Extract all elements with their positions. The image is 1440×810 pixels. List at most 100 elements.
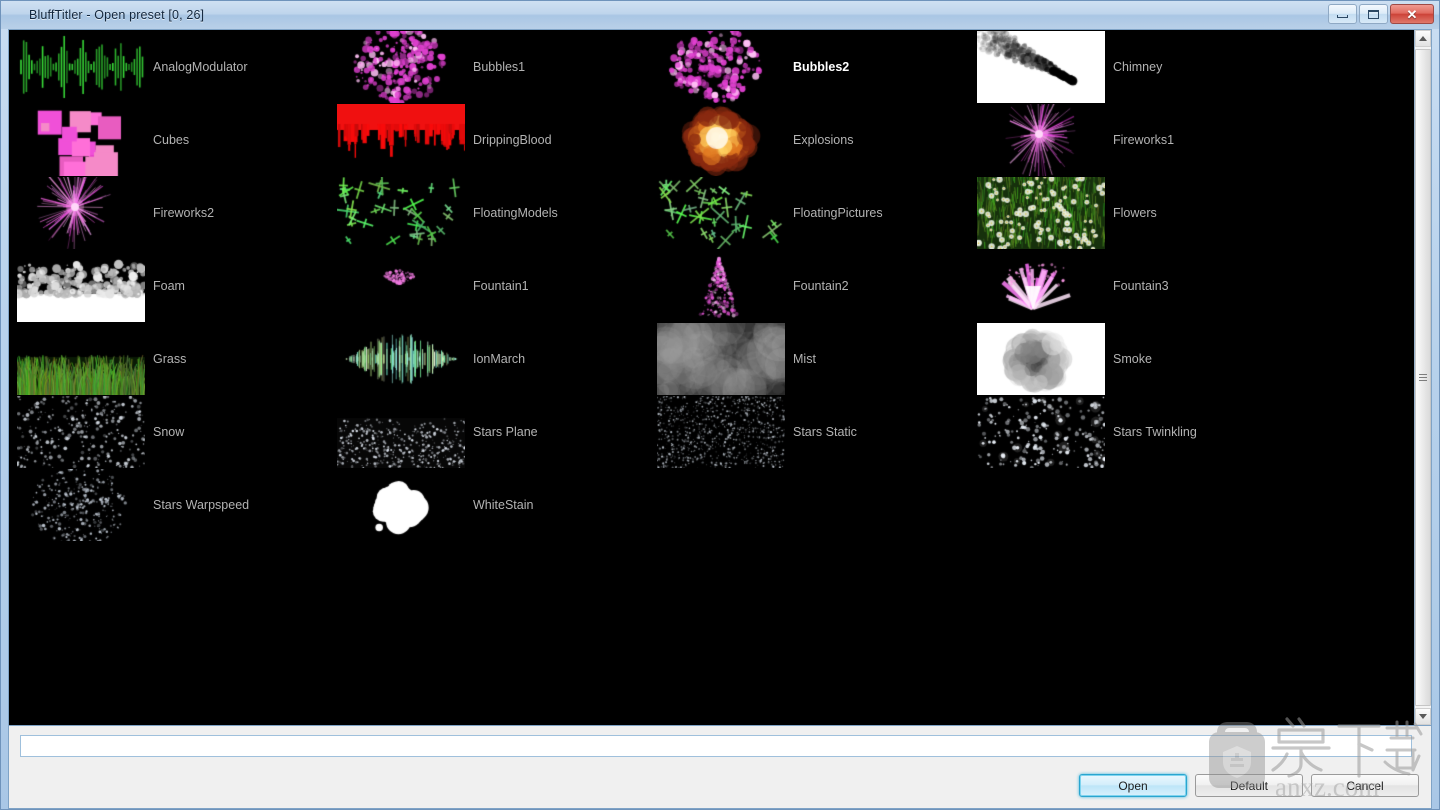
preset-label: DrippingBlood (473, 132, 552, 147)
preset-thumbnail (977, 30, 1105, 103)
preset-item[interactable]: FloatingModels (329, 176, 649, 249)
preset-thumbnail (977, 176, 1105, 249)
preset-label: Explosions (793, 132, 854, 147)
preset-label: Bubbles2 (793, 59, 850, 74)
preset-thumbnail (977, 322, 1105, 395)
vertical-scrollbar[interactable] (1414, 30, 1431, 725)
preset-label: Foam (153, 278, 185, 293)
preset-item[interactable]: Cubes (9, 103, 329, 176)
dialog-body: AnalogModulator Cubes Fireworks2 Foam Grass S… (8, 29, 1432, 809)
preset-label: Stars Warpspeed (153, 497, 250, 512)
preset-item[interactable]: Fountain3 (969, 249, 1289, 322)
preset-item[interactable]: Mist (649, 322, 969, 395)
dialog-button-bar: Open Default Cancel (1079, 774, 1419, 797)
preset-grid[interactable]: AnalogModulator Cubes Fireworks2 Foam Grass S… (9, 30, 1414, 725)
preset-thumbnail (17, 249, 145, 322)
preset-item[interactable]: Bubbles1 (329, 30, 649, 103)
preset-item[interactable]: DrippingBlood (329, 103, 649, 176)
preset-label: IonMarch (473, 351, 526, 366)
preset-label: Flowers (1113, 205, 1157, 220)
close-button[interactable]: ✕ (1390, 4, 1434, 24)
chevron-down-icon (1419, 714, 1427, 719)
preset-item[interactable]: Foam (9, 249, 329, 322)
preset-label: FloatingModels (473, 205, 558, 220)
preset-item[interactable]: Flowers (969, 176, 1289, 249)
preset-item[interactable]: Smoke (969, 322, 1289, 395)
title-bar: BluffTitler - Open preset [0, 26] ✕ (1, 1, 1439, 29)
bottom-panel: Open Default Cancel anxz.com (8, 717, 1432, 809)
default-button[interactable]: Default (1195, 774, 1303, 797)
preset-item[interactable]: Stars Warpspeed (9, 468, 329, 541)
preset-item[interactable]: Snow (9, 395, 329, 468)
preset-label: Bubbles1 (473, 59, 526, 74)
cancel-button[interactable]: Cancel (1311, 774, 1419, 797)
preset-label: Chimney (1113, 59, 1163, 74)
preset-label: Smoke (1113, 351, 1152, 366)
preset-label: Stars Twinkling (1113, 424, 1197, 439)
scroll-up-button[interactable] (1415, 30, 1431, 47)
preset-item[interactable]: IonMarch (329, 322, 649, 395)
preset-thumbnail (337, 249, 465, 322)
maximize-button[interactable] (1359, 4, 1388, 24)
preset-item[interactable]: Bubbles2 (649, 30, 969, 103)
preset-item[interactable]: Fountain1 (329, 249, 649, 322)
preset-thumbnail (977, 395, 1105, 468)
preset-item[interactable]: Stars Plane (329, 395, 649, 468)
preset-thumbnail (337, 395, 465, 468)
preset-label: Stars Plane (473, 424, 538, 439)
preset-label: WhiteStain (473, 497, 534, 512)
preset-item[interactable]: FloatingPictures (649, 176, 969, 249)
preset-thumbnail (657, 176, 785, 249)
preset-item[interactable]: Stars Static (649, 395, 969, 468)
preset-label: Stars Static (793, 424, 857, 439)
preset-item[interactable]: Grass (9, 322, 329, 395)
preset-label: Grass (153, 351, 187, 366)
preset-thumbnail (17, 30, 145, 103)
preset-item[interactable]: Fountain2 (649, 249, 969, 322)
preset-label: Fireworks2 (153, 205, 215, 220)
preset-label: Mist (793, 351, 816, 366)
filename-input[interactable] (20, 735, 1412, 757)
dialog-window: BluffTitler - Open preset [0, 26] ✕ Anal… (0, 0, 1440, 810)
preset-item[interactable]: Chimney (969, 30, 1289, 103)
grip-icon (1419, 374, 1427, 381)
open-button[interactable]: Open (1079, 774, 1187, 797)
preset-item[interactable]: WhiteStain (329, 468, 649, 541)
preset-thumbnail (977, 249, 1105, 322)
preset-thumbnail (657, 30, 785, 103)
scrollbar-thumb[interactable] (1415, 49, 1431, 706)
preset-thumbnail (17, 468, 145, 541)
preset-label: AnalogModulator (153, 59, 248, 74)
scrollbar-track[interactable] (1415, 47, 1431, 708)
preset-item[interactable]: AnalogModulator (9, 30, 329, 103)
preset-label: Fountain2 (793, 278, 849, 293)
preset-thumbnail (17, 176, 145, 249)
window-controls: ✕ (1328, 4, 1434, 24)
preset-label: Fountain3 (1113, 278, 1169, 293)
preset-thumbnail (657, 395, 785, 468)
preset-thumbnail (17, 395, 145, 468)
preset-item[interactable]: Fireworks2 (9, 176, 329, 249)
preset-item[interactable]: Fireworks1 (969, 103, 1289, 176)
preset-thumbnail (977, 103, 1105, 176)
minimize-icon (1337, 14, 1348, 18)
preset-thumbnail (337, 176, 465, 249)
preset-thumbnail (657, 103, 785, 176)
preset-thumbnail (337, 468, 465, 541)
window-title: BluffTitler - Open preset [0, 26] (29, 8, 205, 22)
preset-item[interactable]: Stars Twinkling (969, 395, 1289, 468)
scroll-down-button[interactable] (1415, 708, 1431, 725)
preset-label: FloatingPictures (793, 205, 883, 220)
preset-label: Fountain1 (473, 278, 529, 293)
minimize-button[interactable] (1328, 4, 1357, 24)
preset-thumbnail (657, 322, 785, 395)
preset-thumbnail (337, 103, 465, 176)
preset-item[interactable]: Explosions (649, 103, 969, 176)
preset-thumbnail (17, 322, 145, 395)
chevron-up-icon (1419, 36, 1427, 41)
close-icon: ✕ (1406, 6, 1418, 22)
preset-thumbnail (337, 322, 465, 395)
preset-label: Cubes (153, 132, 190, 147)
preset-thumbnail (337, 30, 465, 103)
preset-thumbnail (17, 103, 145, 176)
